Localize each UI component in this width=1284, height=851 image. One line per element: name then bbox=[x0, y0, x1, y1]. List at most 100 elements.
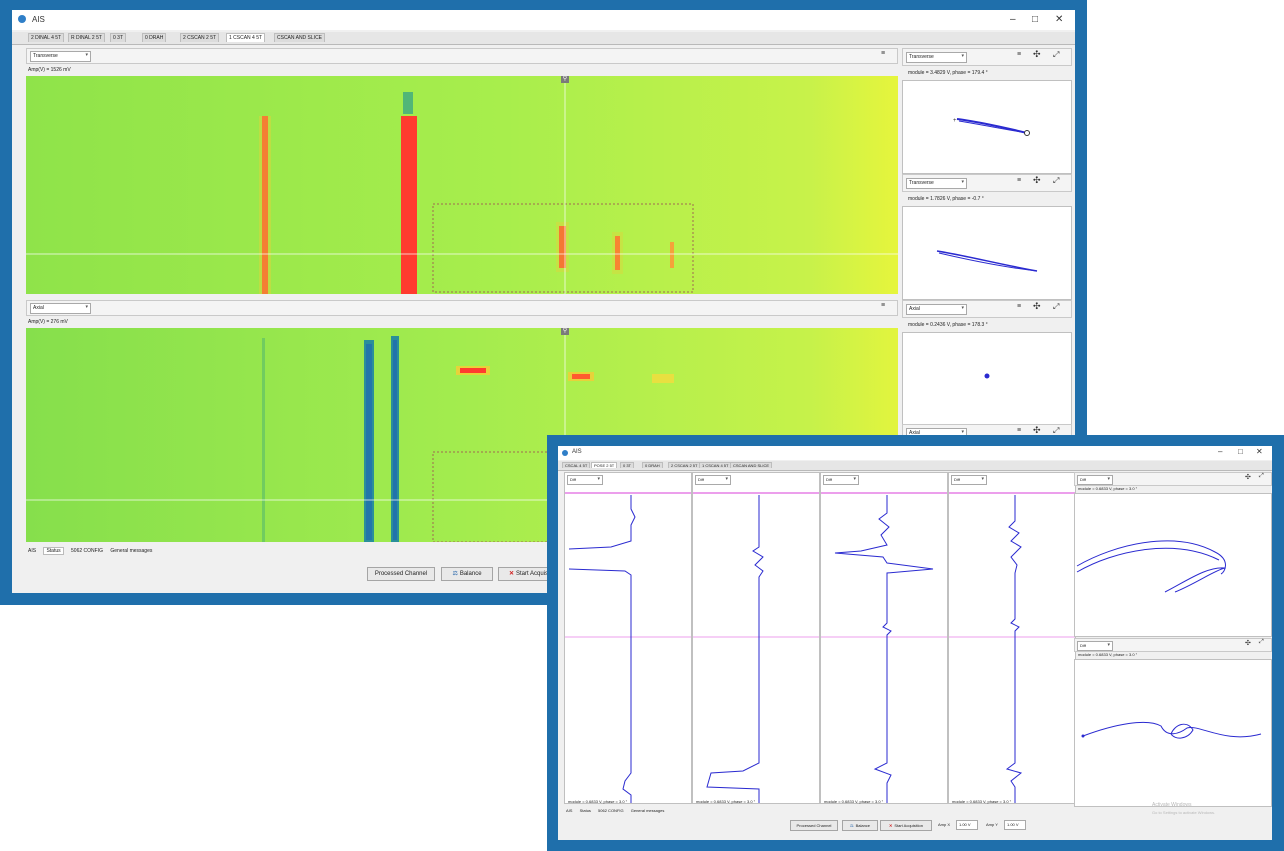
tab-2[interactable]: 0 3T bbox=[620, 462, 635, 468]
lissajous-plot-b[interactable] bbox=[1074, 659, 1272, 807]
dropdown-label: Transverse bbox=[909, 54, 934, 60]
expand-arrows-icon[interactable]: ⤢ bbox=[1259, 473, 1264, 480]
balance-button[interactable]: ⚖ Balance bbox=[842, 820, 878, 831]
lissajous-1-dropdown[interactable]: Diff ▾ bbox=[1077, 641, 1113, 651]
channel-3[interactable]: Diff ▾ bbox=[948, 472, 1076, 804]
side-panel-0-dropdown[interactable]: Transverse ▾ bbox=[906, 52, 967, 63]
balance-button[interactable]: ⚖ Balance bbox=[441, 567, 493, 581]
start-acquisition-button[interactable]: ✕ Start Acquisition bbox=[880, 820, 932, 831]
heatmap-top[interactable]: ⚲ bbox=[26, 76, 898, 294]
tab-5[interactable]: 1 CSCAN 4 5T bbox=[226, 33, 266, 42]
processed-channel-button[interactable]: Processed Channel bbox=[367, 567, 435, 581]
tab-3[interactable]: 0 DRAH bbox=[142, 33, 167, 42]
lissajous-trace bbox=[1076, 540, 1226, 575]
gain-x-dropdown[interactable]: 1.00 V bbox=[956, 820, 978, 830]
tab-1[interactable]: R DINAL 2 5T bbox=[68, 33, 105, 42]
dropdown-label: Diff bbox=[1080, 477, 1086, 482]
panel-menu-icon[interactable]: ≡ bbox=[881, 302, 885, 309]
gain-y-dropdown[interactable]: 1.00 V bbox=[1004, 820, 1026, 830]
status-tab-status[interactable]: Status bbox=[43, 547, 64, 555]
channel-1[interactable]: Diff ▾ bbox=[692, 472, 820, 804]
channel-trace bbox=[1005, 495, 1023, 803]
lissajous-1-toolbar: Diff ▾ ✣ ⤢ bbox=[1074, 638, 1272, 652]
tab-2[interactable]: 0 3T bbox=[110, 33, 127, 42]
side-panel-1-dropdown[interactable]: Transverse ▾ bbox=[906, 178, 967, 189]
channel-trace bbox=[834, 495, 934, 803]
channel-2-readout: module = 0.6833 V, phase = 3.0 ° bbox=[824, 799, 884, 804]
dropdown-label: Axial bbox=[909, 306, 920, 312]
expand-arrows-icon[interactable]: ⤢ bbox=[1053, 302, 1059, 312]
side-panel-1-readout: module = 1.7826 V, phase = -0.7 ° bbox=[908, 196, 984, 202]
app-window-front: AIS – □ ✕ CSCAL 4 5T POSE 2 5T 0 3T 0 DR… bbox=[558, 446, 1272, 840]
expand-arrows-icon[interactable]: ⤢ bbox=[1053, 176, 1059, 186]
lissajous-plot-a[interactable] bbox=[1074, 493, 1272, 637]
lissajous-plot-2[interactable] bbox=[902, 332, 1072, 426]
status-tab-config[interactable]: 5062 CONFIG bbox=[598, 808, 624, 813]
crosshair-icon[interactable]: ✣ bbox=[1245, 639, 1251, 647]
chevron-down-icon: ▾ bbox=[1107, 476, 1110, 482]
status-tab-config[interactable]: 5062 CONFIG bbox=[71, 548, 103, 554]
status-tabs: AIS Status 5062 CONFIG General messages bbox=[566, 808, 670, 813]
lissajous-plot-1[interactable] bbox=[902, 206, 1072, 300]
channel-2[interactable]: Diff ▾ bbox=[820, 472, 948, 804]
button-label: Start Acquisition bbox=[894, 823, 924, 828]
lissajous-plot-0[interactable]: + bbox=[902, 80, 1072, 174]
balance-icon: ⚖ bbox=[452, 571, 458, 577]
panel-menu-icon[interactable]: ≡ bbox=[881, 50, 885, 57]
maximize-icon[interactable]: □ bbox=[1032, 14, 1038, 25]
tab-3[interactable]: 0 DRAH bbox=[642, 462, 663, 468]
tab-0[interactable]: 2 DINAL 4 5T bbox=[28, 33, 65, 42]
lissajous-0-dropdown[interactable]: Diff ▾ bbox=[1077, 475, 1113, 485]
heatmap-bottom-dropdown[interactable]: Axial ▾ bbox=[30, 303, 91, 314]
expand-arrows-icon[interactable]: ⤢ bbox=[1259, 639, 1264, 646]
crosshair-icon[interactable]: ✣ bbox=[1033, 49, 1041, 60]
tab-6[interactable]: CSCAN AND SLICE bbox=[274, 33, 326, 42]
lissajous-svg bbox=[936, 250, 1038, 272]
side-panel-2-readout: module = 0.2436 V, phase = 178.3 ° bbox=[908, 322, 988, 328]
status-tab-status[interactable]: Status bbox=[580, 808, 591, 813]
tab-4[interactable]: 2 CSCAN 2 5T bbox=[668, 462, 701, 468]
lissajous-svg bbox=[984, 373, 990, 379]
activation-watermark-subtitle: Go to Settings to activate Windows. bbox=[1152, 810, 1216, 815]
status-tab-messages[interactable]: General messages bbox=[631, 808, 665, 813]
panel-menu-icon[interactable]: ≡ bbox=[1017, 177, 1021, 184]
status-tab-ais[interactable]: AIS bbox=[566, 808, 572, 813]
minimize-icon[interactable]: – bbox=[1010, 14, 1016, 25]
lissajous-trace bbox=[936, 250, 1038, 272]
heatmap-top-amp: Amp(V) = 1526 mV bbox=[28, 67, 71, 73]
defect-spot-halo bbox=[556, 222, 569, 272]
minimize-icon[interactable]: – bbox=[1218, 447, 1222, 456]
chevron-down-icon: ▾ bbox=[85, 304, 88, 310]
side-panel-2-dropdown[interactable]: Axial ▾ bbox=[906, 304, 967, 315]
tab-0[interactable]: CSCAL 4 5T bbox=[562, 462, 591, 468]
processed-channel-button[interactable]: Processed Channel bbox=[790, 820, 838, 831]
crosshair-icon[interactable]: ✣ bbox=[1033, 301, 1041, 312]
channel-0[interactable]: Diff ▾ bbox=[564, 472, 692, 804]
magnifier-icon[interactable]: ⚲ bbox=[561, 76, 569, 83]
chevron-down-icon: ▾ bbox=[1107, 642, 1110, 648]
dropdown-label: 1.00 V bbox=[1007, 822, 1019, 827]
panel-menu-icon[interactable]: ≡ bbox=[1017, 303, 1021, 310]
heatmap-top-toolbar: Transverse ▾ ≡ bbox=[26, 48, 898, 64]
button-label: Processed Channel bbox=[374, 571, 428, 577]
magnifier-icon[interactable]: ⚲ bbox=[561, 328, 569, 335]
window-title: AIS bbox=[572, 449, 582, 455]
expand-arrows-icon[interactable]: ⤢ bbox=[1053, 50, 1059, 60]
crosshair-icon[interactable]: ✣ bbox=[1245, 473, 1251, 481]
close-icon[interactable]: ✕ bbox=[1055, 14, 1063, 25]
tab-4[interactable]: 2 CSCAN 2 5T bbox=[180, 33, 220, 42]
tab-6[interactable]: CSCAN AND SLICE bbox=[730, 462, 773, 468]
title-bar: AIS – □ ✕ bbox=[558, 446, 1272, 460]
lissajous-svg: + bbox=[953, 118, 1030, 136]
close-icon[interactable]: ✕ bbox=[1256, 447, 1263, 456]
strip-chart-svg bbox=[821, 492, 947, 803]
panel-menu-icon[interactable]: ≡ bbox=[1017, 427, 1021, 434]
crosshair-icon[interactable]: ✣ bbox=[1033, 175, 1041, 186]
maximize-icon[interactable]: □ bbox=[1238, 447, 1243, 456]
tab-1[interactable]: POSE 2 5T bbox=[591, 462, 618, 468]
tab-5[interactable]: 1 CSCAN 4 5T bbox=[699, 462, 732, 468]
status-tab-ais[interactable]: AIS bbox=[28, 548, 36, 554]
panel-menu-icon[interactable]: ≡ bbox=[1017, 51, 1021, 58]
status-tab-messages[interactable]: General messages bbox=[110, 548, 152, 554]
heatmap-top-dropdown[interactable]: Transverse ▾ bbox=[30, 51, 91, 62]
